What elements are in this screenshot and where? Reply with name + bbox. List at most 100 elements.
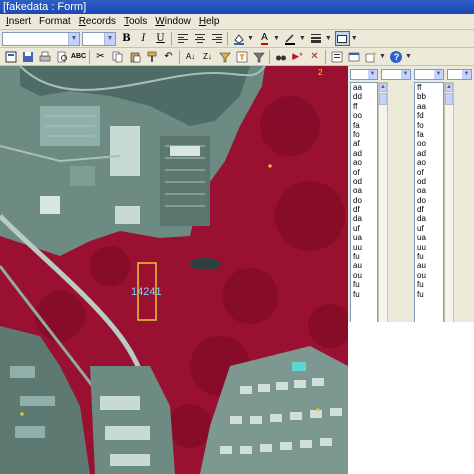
scroll-up-icon[interactable]: ▲ xyxy=(445,83,453,92)
list-item[interactable]: uu xyxy=(415,243,443,252)
list-item[interactable]: oa xyxy=(351,186,377,195)
fill-color-icon[interactable] xyxy=(231,31,246,46)
list-item[interactable]: ad xyxy=(415,149,443,158)
list-item[interactable]: bb xyxy=(415,92,443,101)
format-painter-icon[interactable] xyxy=(144,49,159,64)
save-icon[interactable] xyxy=(20,49,35,64)
list-item[interactable]: of xyxy=(415,168,443,177)
list-item[interactable]: da xyxy=(351,214,377,223)
sort-descending-icon[interactable]: Z↓ xyxy=(200,49,215,64)
list-item[interactable]: ao xyxy=(415,158,443,167)
align-right-icon[interactable] xyxy=(209,31,224,46)
menu-tools[interactable]: Tools xyxy=(120,14,151,30)
line-width-icon[interactable] xyxy=(309,31,324,46)
list-item[interactable]: fu xyxy=(351,280,377,289)
list-item[interactable]: of xyxy=(351,168,377,177)
chevron-down-icon[interactable]: ▼ xyxy=(273,35,280,42)
delete-record-icon[interactable]: ✕ xyxy=(307,49,322,64)
list-item[interactable]: fa xyxy=(351,121,377,130)
line-color-icon[interactable] xyxy=(283,31,298,46)
chevron-down-icon[interactable]: ▼ xyxy=(247,35,254,42)
list-item[interactable]: oo xyxy=(351,111,377,120)
list-item[interactable]: fu xyxy=(415,290,443,299)
column-combo-4[interactable]: ▼ xyxy=(447,69,472,80)
list-item[interactable]: dd xyxy=(351,92,377,101)
chevron-down-icon[interactable]: ▼ xyxy=(325,35,332,42)
list-item[interactable]: od xyxy=(351,177,377,186)
align-center-icon[interactable] xyxy=(192,31,207,46)
list-item[interactable]: do xyxy=(351,196,377,205)
filter-by-form-icon[interactable] xyxy=(234,49,249,64)
list-item[interactable]: da xyxy=(415,214,443,223)
menu-window[interactable]: Window xyxy=(151,14,195,30)
font-color-button[interactable]: A xyxy=(257,31,272,46)
chevron-down-icon[interactable]: ▼ xyxy=(368,70,377,79)
filter-by-selection-icon[interactable] xyxy=(217,49,232,64)
underline-button[interactable]: U xyxy=(153,31,168,46)
chevron-down-icon[interactable]: ▼ xyxy=(405,53,412,60)
copy-icon[interactable] xyxy=(110,49,125,64)
chevron-down-icon[interactable]: ▼ xyxy=(104,32,115,45)
chevron-down-icon[interactable]: ▼ xyxy=(401,70,410,79)
list-item[interactable]: ad xyxy=(351,149,377,158)
list-item[interactable]: fu xyxy=(415,280,443,289)
column-combo-2[interactable]: ▼ xyxy=(381,69,411,80)
list-item[interactable]: ua xyxy=(415,233,443,242)
list-item[interactable]: af xyxy=(351,139,377,148)
print-icon[interactable] xyxy=(37,49,52,64)
chevron-down-icon[interactable]: ▼ xyxy=(434,70,443,79)
chevron-down-icon[interactable]: ▼ xyxy=(299,35,306,42)
chevron-down-icon[interactable]: ▼ xyxy=(351,35,358,42)
list-item[interactable]: fd xyxy=(415,111,443,120)
column-combo-3[interactable]: ▼ xyxy=(414,69,444,80)
sort-ascending-icon[interactable]: A↓ xyxy=(183,49,198,64)
list-item[interactable]: df xyxy=(351,205,377,214)
list-item[interactable]: aa xyxy=(415,102,443,111)
list-item[interactable]: aa xyxy=(351,83,377,92)
scroll-thumb[interactable] xyxy=(379,93,387,105)
list-item[interactable]: fo xyxy=(351,130,377,139)
list-item[interactable]: uf xyxy=(415,224,443,233)
list-item[interactable]: uf xyxy=(351,224,377,233)
list-item[interactable]: ou xyxy=(351,271,377,280)
spelling-icon[interactable]: ABC xyxy=(71,49,86,64)
bold-button[interactable]: B xyxy=(119,31,134,46)
paste-icon[interactable] xyxy=(127,49,142,64)
list-item[interactable]: df xyxy=(415,205,443,214)
object-combo[interactable]: ▼ xyxy=(2,31,80,46)
list-item[interactable]: fu xyxy=(415,252,443,261)
undo-icon[interactable]: ↶ xyxy=(161,49,176,64)
new-record-icon[interactable]: ▶* xyxy=(290,49,305,64)
chevron-down-icon[interactable]: ▼ xyxy=(462,70,471,79)
list-item[interactable]: au xyxy=(351,261,377,270)
database-window-icon[interactable] xyxy=(346,49,361,64)
cut-icon[interactable]: ✂ xyxy=(93,49,108,64)
find-icon[interactable] xyxy=(273,49,288,64)
list-item[interactable]: fu xyxy=(351,290,377,299)
scroll-up-icon[interactable]: ▲ xyxy=(379,83,387,92)
list-item[interactable]: oa xyxy=(415,186,443,195)
menu-records[interactable]: Records xyxy=(75,14,120,30)
help-icon[interactable]: ? xyxy=(389,49,404,64)
print-preview-icon[interactable] xyxy=(54,49,69,64)
chevron-down-icon[interactable]: ▼ xyxy=(68,32,79,45)
list-item[interactable]: do xyxy=(415,196,443,205)
list-item[interactable]: ou xyxy=(415,271,443,280)
properties-icon[interactable] xyxy=(329,49,344,64)
column-combo-1[interactable]: ▼ xyxy=(350,69,378,80)
font-size-combo[interactable]: ▼ xyxy=(82,31,116,46)
menu-help[interactable]: Help xyxy=(195,14,224,30)
list-item[interactable]: uu xyxy=(351,243,377,252)
view-icon[interactable] xyxy=(3,49,18,64)
list-item[interactable]: fu xyxy=(351,252,377,261)
list-item[interactable]: ua xyxy=(351,233,377,242)
list-item[interactable]: ff xyxy=(351,102,377,111)
list-item[interactable]: ff xyxy=(415,83,443,92)
list-item[interactable]: ao xyxy=(351,158,377,167)
list-item[interactable]: oo xyxy=(415,139,443,148)
menu-format[interactable]: Format xyxy=(35,14,75,30)
scroll-thumb[interactable] xyxy=(445,93,453,105)
italic-button[interactable]: I xyxy=(136,31,151,46)
list-item[interactable]: au xyxy=(415,261,443,270)
list-item[interactable]: fo xyxy=(415,121,443,130)
